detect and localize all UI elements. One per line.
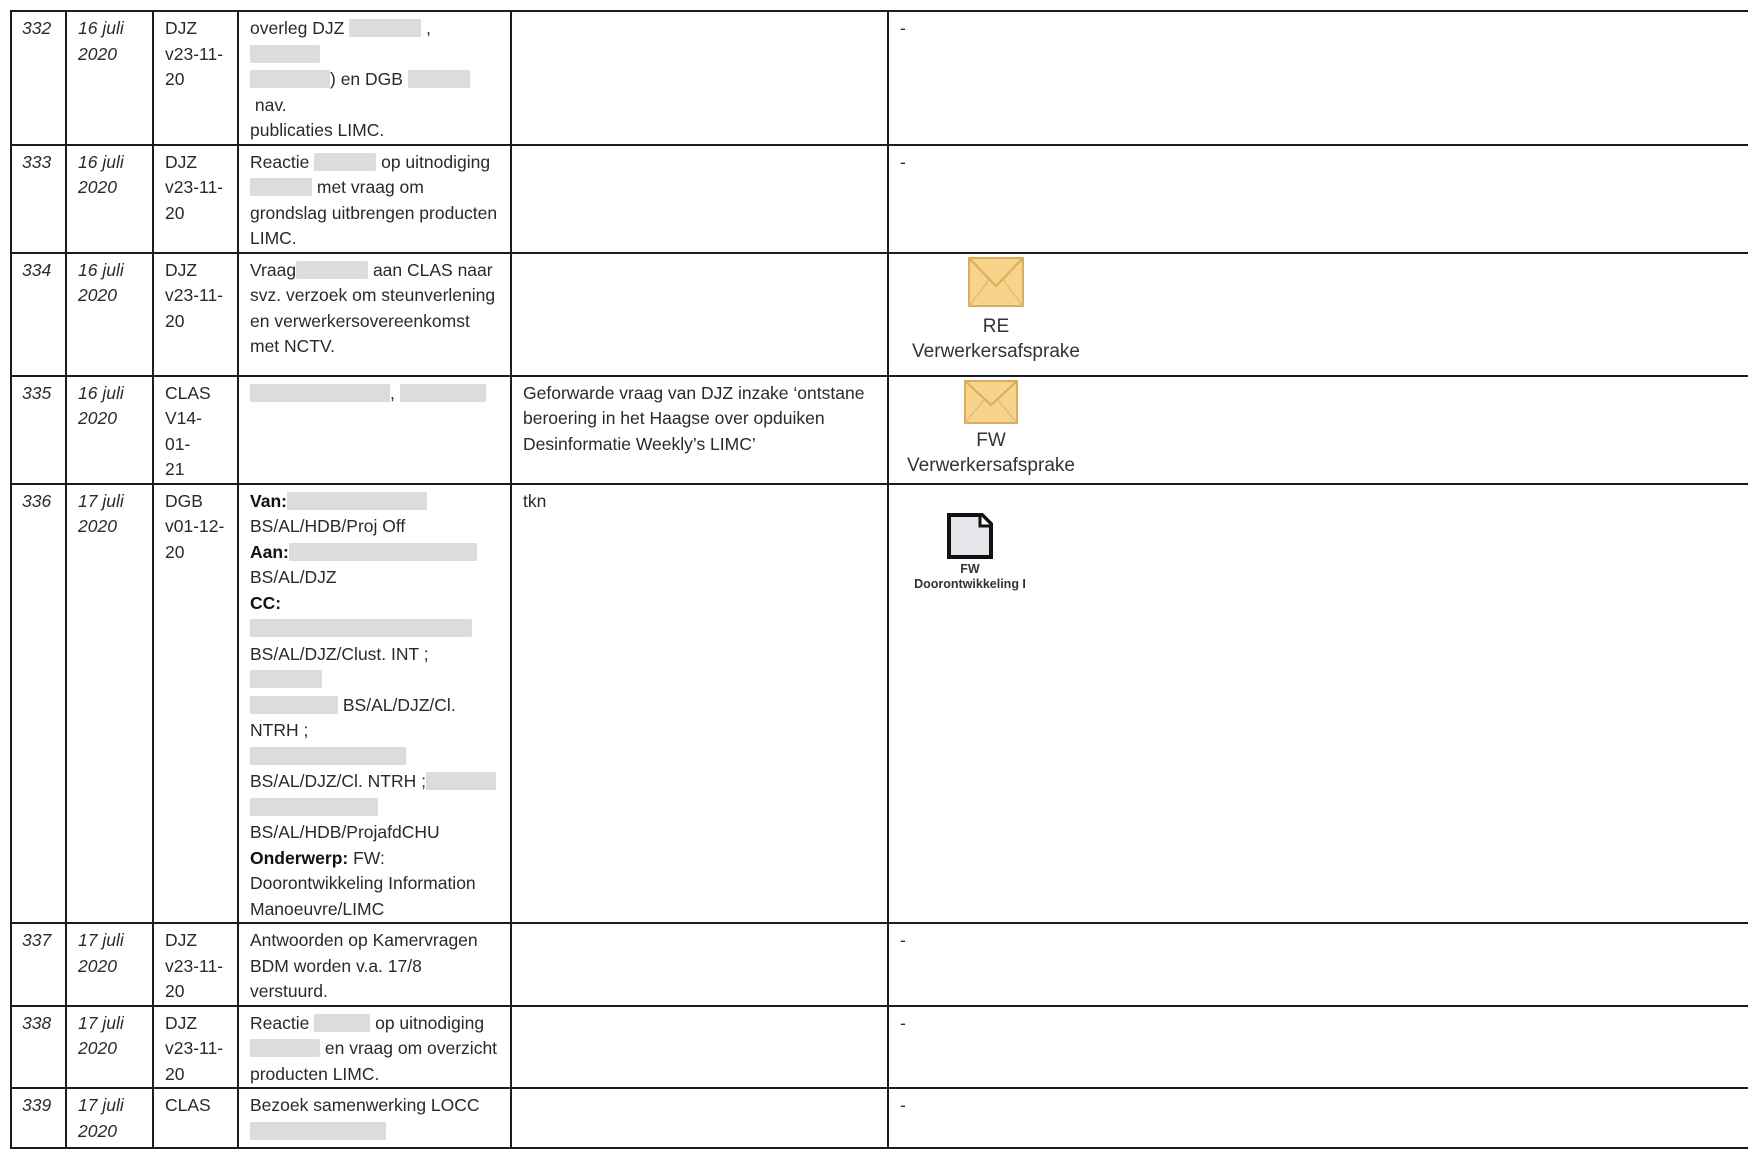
attachment-label: FW [976, 429, 1006, 451]
table-row: 335 16 juli 2020 CLAS V14-01- 21 , Geforwar… [10, 374, 1748, 485]
envelope-icon [964, 379, 1018, 424]
row-description: Reactie op uitnodiging en vraag om overz… [237, 1004, 512, 1089]
row-description: , [237, 374, 512, 485]
redaction [250, 178, 312, 196]
row-date: 17 juli 2020 [65, 1087, 154, 1149]
row-date: 17 juli 2020 [65, 482, 154, 924]
row-attachment: - [887, 1004, 1748, 1089]
attachment-label: Doorontwikkeling I [914, 576, 1026, 591]
redaction [250, 695, 338, 714]
row-attachment: FW Verwerkersafsprake [887, 374, 1748, 485]
row-attachment: FW Doorontwikkeling I [887, 482, 1748, 924]
attachment-label: RE [982, 315, 1010, 337]
table-row: 337 17 juli 2020 DJZ v23-11- 20 Antwoorden … [10, 922, 1748, 1007]
redaction [250, 70, 330, 88]
attachment-label: Verwerkersafsprake [907, 454, 1075, 476]
redaction [250, 746, 406, 765]
row-date: 16 juli 2020 [65, 251, 154, 377]
row-number: 339 [10, 1087, 67, 1149]
table-row: 339 17 juli 2020 CLAS Bezoek samenwerking… [10, 1087, 1748, 1149]
redaction [399, 383, 486, 402]
table-row: 332 16 juli 2020 DJZ v23-11- 20 overleg DJZ… [10, 10, 1748, 146]
table-row: 334 16 juli 2020 DJZ v23-11- 20 Vraag aan C… [10, 251, 1748, 377]
row-date: 17 juli 2020 [65, 922, 154, 1007]
row-attachment: - [887, 1087, 1748, 1149]
row-description: Van: BS/AL/HDB/Proj Off Aan: BS/AL/DJZ C… [237, 482, 512, 924]
row-date: 17 juli 2020 [65, 1004, 154, 1089]
row-number: 338 [10, 1004, 67, 1089]
document-icon [947, 512, 993, 559]
redaction [250, 797, 378, 816]
redaction [314, 1013, 371, 1032]
row-number: 337 [10, 922, 67, 1007]
attachment-re-verwerkersafsprake[interactable]: RE Verwerkersafsprake [900, 256, 1092, 364]
redaction [286, 491, 427, 510]
row-remarks: Geforwarde vraag van DJZ inzake ‘ontstan… [510, 374, 889, 485]
redaction [314, 152, 377, 171]
log-table: 332 16 juli 2020 DJZ v23-11- 20 overleg DJZ… [10, 10, 1748, 1149]
row-description: Bezoek samenwerking LOCC [237, 1087, 512, 1149]
row-attachment: - [887, 143, 1748, 254]
row-remarks [510, 143, 889, 254]
redaction [250, 1121, 386, 1140]
redaction [349, 19, 422, 37]
row-number: 332 [10, 10, 67, 146]
row-description: Antwoorden op Kamervragen BDM worden v.a… [237, 922, 512, 1007]
attachment-label: FW [960, 561, 980, 576]
row-remarks [510, 251, 889, 377]
row-number: 334 [10, 251, 67, 377]
row-source: DJZ v23-11- 20 [152, 143, 239, 254]
row-number: 333 [10, 143, 67, 254]
redaction [250, 44, 320, 63]
attachment-fw-verwerkersafsprake[interactable]: FW Verwerkersafsprake [900, 379, 1082, 478]
attachment-fw-doorontwikkeling[interactable]: FW Doorontwikkeling I [900, 512, 1040, 592]
redaction [250, 619, 472, 637]
document-page: 332 16 juli 2020 DJZ v23-11- 20 overleg DJZ… [10, 10, 1748, 1149]
row-remarks [510, 922, 889, 1007]
envelope-icon [968, 256, 1024, 307]
row-remarks [510, 10, 889, 146]
table-row: 338 17 juli 2020 DJZ v23-11- 20 Reactie op … [10, 1004, 1748, 1089]
redaction [250, 670, 322, 688]
redaction [407, 70, 470, 88]
row-attachment: RE Verwerkersafsprake [887, 251, 1748, 377]
row-remarks: tkn [510, 482, 889, 924]
row-attachment: - [887, 10, 1748, 146]
row-date: 16 juli 2020 [65, 374, 154, 485]
row-source: DJZ v23-11- 20 [152, 10, 239, 146]
row-date: 16 juli 2020 [65, 10, 154, 146]
row-source: DJZ v23-11- 20 [152, 1004, 239, 1089]
row-attachment: - [887, 922, 1748, 1007]
row-description: Reactie op uitnodiging met vraag om gron… [237, 143, 512, 254]
redaction [250, 383, 390, 402]
table-row: 333 16 juli 2020 DJZ v23-11- 20 Reactie op … [10, 143, 1748, 254]
row-source: DGB v01-12- 20 [152, 482, 239, 924]
row-description: overleg DJZ , ) en DGB nav. publicaties … [237, 10, 512, 146]
redaction [426, 772, 496, 790]
row-source: CLAS V14-01- 21 [152, 374, 239, 485]
row-date: 16 juli 2020 [65, 143, 154, 254]
redaction [296, 260, 369, 279]
row-source: DJZ v23-11- 20 [152, 251, 239, 377]
redaction [288, 542, 477, 561]
attachment-label: Verwerkersafsprake [912, 340, 1080, 362]
row-description: Vraag aan CLAS naar svz. verzoek om steu… [237, 251, 512, 377]
row-remarks [510, 1004, 889, 1089]
row-remarks [510, 1087, 889, 1149]
row-source: CLAS [152, 1087, 239, 1149]
row-source: DJZ v23-11- 20 [152, 922, 239, 1007]
table-row: 336 17 juli 2020 DGB v01-12- 20 Van: BS/AL/… [10, 482, 1748, 924]
row-number: 336 [10, 482, 67, 924]
row-number: 335 [10, 374, 67, 485]
